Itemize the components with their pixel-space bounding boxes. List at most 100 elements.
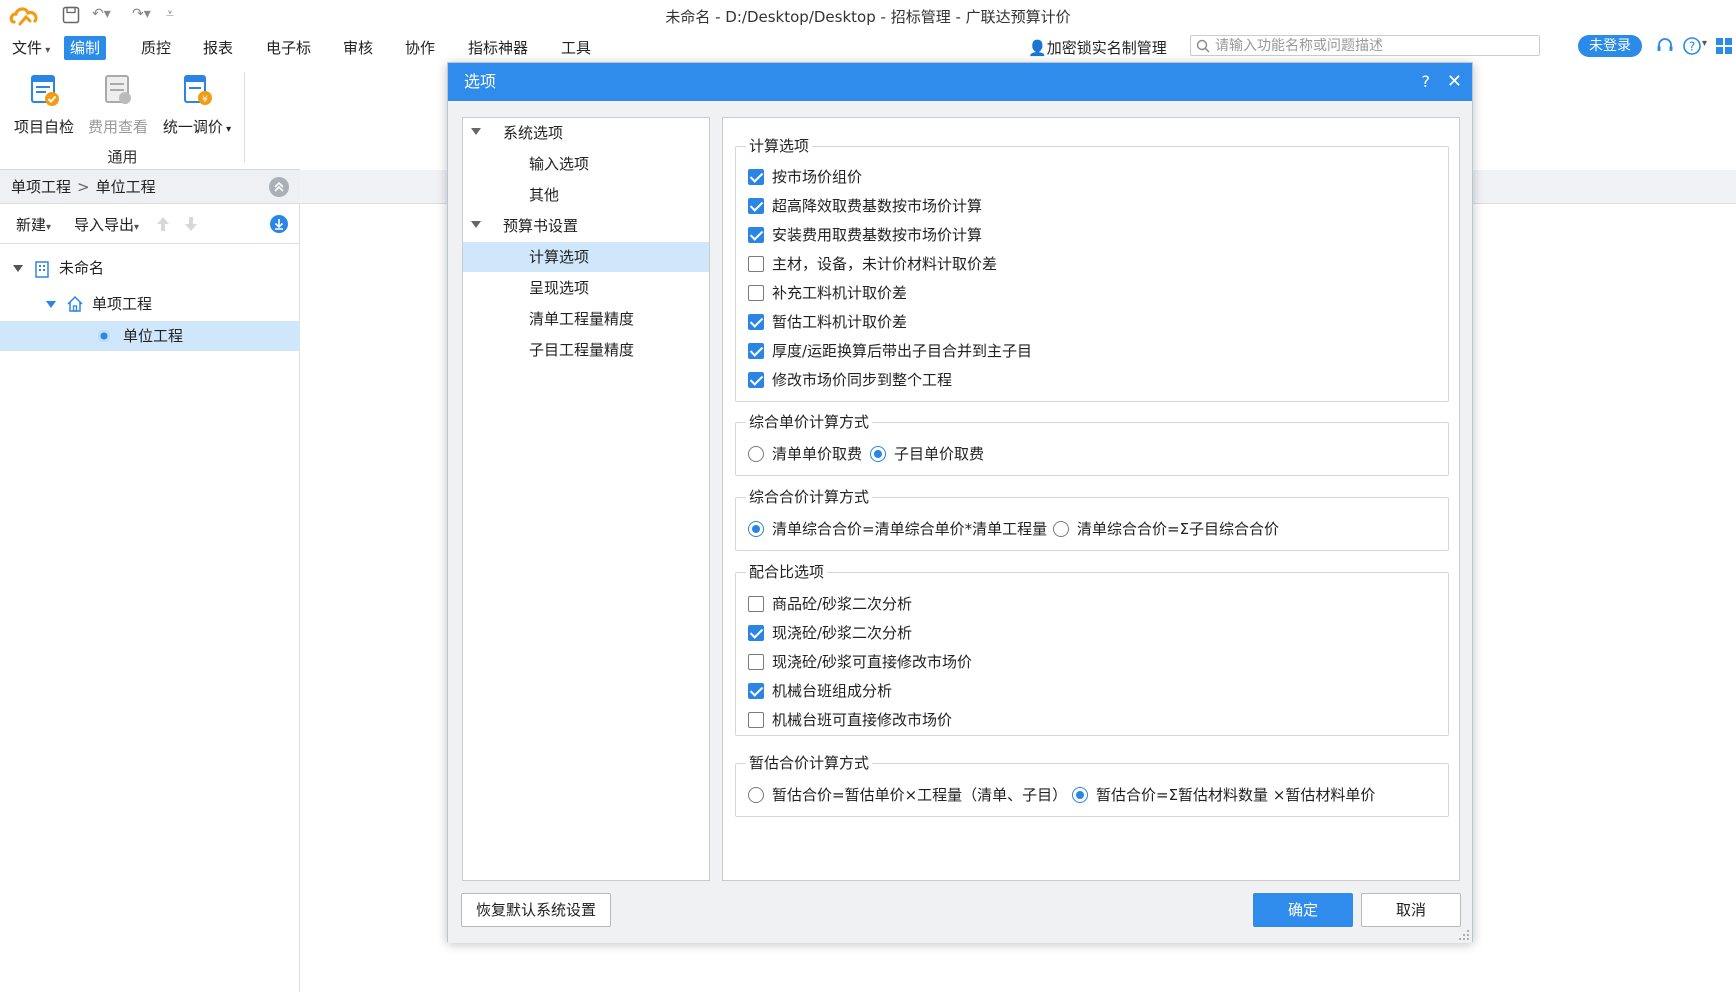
new-button[interactable]: 新建▾ bbox=[16, 214, 51, 235]
ribbon-group-label: 通用 bbox=[107, 148, 138, 166]
option-machine-shift-analysis[interactable]: 机械台班组成分析 bbox=[748, 681, 892, 701]
option-commercial-concrete-analysis[interactable]: 商品砼/砂浆二次分析 bbox=[748, 594, 912, 614]
ok-button[interactable]: 确定 bbox=[1253, 893, 1353, 927]
dialog-help-icon[interactable]: ? bbox=[1422, 63, 1431, 101]
lock-realname-button[interactable]: 👤加密锁实名制管理 bbox=[1028, 36, 1167, 60]
menu-tools[interactable]: 工具 bbox=[555, 36, 597, 60]
radio-estimate-unit-times-qty[interactable]: 暂估合价=暂估单价×工程量（清单、子目） bbox=[748, 785, 1067, 805]
move-up-icon[interactable] bbox=[155, 215, 171, 233]
checkbox[interactable] bbox=[748, 712, 764, 728]
dialog-title: 选项 bbox=[464, 72, 497, 91]
group-title: 综合合价计算方式 bbox=[746, 488, 873, 506]
menu-quality[interactable]: 质控 bbox=[135, 36, 177, 60]
dialog-title-bar[interactable]: 选项 bbox=[448, 63, 1472, 101]
search-input[interactable] bbox=[1215, 36, 1535, 55]
total-price-method-group: 综合合价计算方式 清单综合合价=清单综合单价*清单工程量 清单综合合价=Σ子目综… bbox=[735, 488, 1449, 551]
checkbox[interactable] bbox=[748, 198, 764, 214]
option-label: 补充工料机计取价差 bbox=[772, 284, 908, 302]
menu-index-tool[interactable]: 指标神器 bbox=[462, 36, 534, 60]
checkbox[interactable] bbox=[748, 654, 764, 670]
nav-item-input-options[interactable]: 输入选项 bbox=[463, 149, 709, 179]
checkbox[interactable] bbox=[748, 625, 764, 641]
checkbox[interactable] bbox=[748, 314, 764, 330]
collapse-arrow-icon[interactable] bbox=[471, 221, 481, 228]
import-export-button[interactable]: 导入导出▾ bbox=[74, 214, 139, 235]
checkbox[interactable] bbox=[748, 227, 764, 243]
help-icon[interactable]: ? bbox=[1682, 36, 1702, 56]
resize-grip-icon[interactable] bbox=[1458, 929, 1470, 941]
radio-estimate-material-sum[interactable]: 暂估合价=Σ暂估材料数量 ×暂估材料单价 bbox=[1072, 785, 1375, 805]
radio-bill-total-formula[interactable]: 清单综合合价=清单综合单价*清单工程量 bbox=[748, 519, 1047, 539]
menu-collab[interactable]: 协作 bbox=[399, 36, 441, 60]
fee-view-button[interactable]: 费用查看 bbox=[86, 72, 150, 137]
menu-edit[interactable]: 编制 bbox=[64, 36, 107, 60]
option-main-material-price-diff[interactable]: 主材，设备，未计价材料计取价差 bbox=[748, 254, 997, 274]
nav-item-calc-options[interactable]: 计算选项 bbox=[463, 242, 709, 272]
restore-defaults-button[interactable]: 恢复默认系统设置 bbox=[461, 893, 611, 927]
menu-e-bid[interactable]: 电子标 bbox=[260, 36, 317, 60]
project-self-check-button[interactable]: 项目自检 bbox=[12, 72, 76, 137]
expand-arrow-icon[interactable] bbox=[13, 265, 23, 272]
option-market-price-pricing[interactable]: 按市场价组价 bbox=[748, 167, 862, 187]
breadcrumb-item[interactable]: 单位工程 bbox=[96, 178, 156, 196]
radio-button[interactable] bbox=[870, 446, 886, 462]
login-button[interactable]: 未登录 bbox=[1578, 35, 1642, 57]
checkbox[interactable] bbox=[748, 169, 764, 185]
menu-report[interactable]: 报表 bbox=[197, 36, 239, 60]
project-toolbar: 新建▾ 导入导出▾ bbox=[0, 204, 300, 244]
checkbox[interactable] bbox=[748, 256, 764, 272]
download-icon[interactable] bbox=[269, 214, 289, 234]
double-chevron-up-icon bbox=[274, 181, 284, 192]
checkbox[interactable] bbox=[748, 343, 764, 359]
option-install-base-market[interactable]: 安装费用取费基数按市场价计算 bbox=[748, 225, 982, 245]
unified-price-adjust-button[interactable]: ¥ 统一调价 ▾ bbox=[158, 72, 236, 137]
collapse-arrow-icon[interactable] bbox=[471, 128, 481, 135]
radio-button[interactable] bbox=[1053, 521, 1069, 537]
move-down-icon[interactable] bbox=[183, 215, 199, 233]
apps-grid-icon[interactable] bbox=[1714, 36, 1734, 56]
expand-arrow-icon[interactable] bbox=[46, 301, 56, 308]
radio-subitem-total-formula[interactable]: 清单综合合价=Σ子目综合合价 bbox=[1053, 519, 1279, 539]
radio-button[interactable] bbox=[748, 521, 764, 537]
nav-item-label: 计算选项 bbox=[529, 248, 590, 266]
option-high-rise-base-market[interactable]: 超高降效取费基数按市场价计算 bbox=[748, 196, 982, 216]
nav-item-system-options[interactable]: 系统选项 bbox=[463, 118, 709, 148]
help-dropdown-icon[interactable]: ▾ bbox=[1702, 38, 1707, 49]
nav-item-budget-settings[interactable]: 预算书设置 bbox=[463, 211, 709, 241]
support-headset-icon[interactable] bbox=[1655, 36, 1675, 56]
tree-node-unit-project[interactable]: 单位工程 bbox=[0, 321, 300, 351]
radio-bill-unit-price[interactable]: 清单单价取费 bbox=[748, 444, 862, 464]
menu-review[interactable]: 审核 bbox=[337, 36, 379, 60]
menu-file[interactable]: 文件 ▾ bbox=[6, 36, 56, 60]
checkbox[interactable] bbox=[748, 683, 764, 699]
option-label: 暂估合价=Σ暂估材料数量 ×暂估材料单价 bbox=[1096, 786, 1376, 804]
checkbox[interactable] bbox=[748, 596, 764, 612]
option-label: 安装费用取费基数按市场价计算 bbox=[772, 226, 983, 244]
radio-subitem-unit-price[interactable]: 子目单价取费 bbox=[870, 444, 984, 464]
option-sync-market-price[interactable]: 修改市场价同步到整个工程 bbox=[748, 370, 952, 390]
option-supplement-price-diff[interactable]: 补充工料机计取价差 bbox=[748, 283, 907, 303]
option-estimate-price-diff[interactable]: 暂估工料机计取价差 bbox=[748, 312, 907, 332]
option-cast-concrete-edit-price[interactable]: 现浇砼/砂浆可直接修改市场价 bbox=[748, 652, 972, 672]
option-machine-shift-edit-price[interactable]: 机械台班可直接修改市场价 bbox=[748, 710, 952, 730]
breadcrumb-item[interactable]: 单项工程 bbox=[11, 178, 71, 196]
nav-item-other[interactable]: 其他 bbox=[463, 180, 709, 210]
price-adjust-icon: ¥ bbox=[184, 75, 212, 105]
checkbox[interactable] bbox=[748, 285, 764, 301]
cancel-button[interactable]: 取消 bbox=[1361, 893, 1461, 927]
option-merge-subitems[interactable]: 厚度/运距换算后带出子目合并到主子目 bbox=[748, 341, 1032, 361]
tree-node-single-project[interactable]: 单项工程 bbox=[0, 289, 300, 319]
function-search-box[interactable] bbox=[1190, 35, 1540, 56]
nav-item-display-options[interactable]: 呈现选项 bbox=[463, 273, 709, 303]
nav-item-bill-quantity-precision[interactable]: 清单工程量精度 bbox=[463, 304, 709, 334]
tree-node-project[interactable]: 未命名 bbox=[0, 253, 300, 283]
radio-button[interactable] bbox=[748, 787, 764, 803]
radio-button[interactable] bbox=[1072, 787, 1088, 803]
radio-button[interactable] bbox=[748, 446, 764, 462]
nav-item-subitem-quantity-precision[interactable]: 子目工程量精度 bbox=[463, 335, 709, 365]
estimate-total-method-group: 暂估合价计算方式 暂估合价=暂估单价×工程量（清单、子目） 暂估合价=Σ暂估材料… bbox=[735, 754, 1449, 817]
dialog-close-icon[interactable]: ✕ bbox=[1447, 63, 1462, 101]
option-cast-concrete-analysis[interactable]: 现浇砼/砂浆二次分析 bbox=[748, 623, 912, 643]
checkbox[interactable] bbox=[748, 372, 764, 388]
collapse-panel-button[interactable] bbox=[269, 177, 289, 197]
